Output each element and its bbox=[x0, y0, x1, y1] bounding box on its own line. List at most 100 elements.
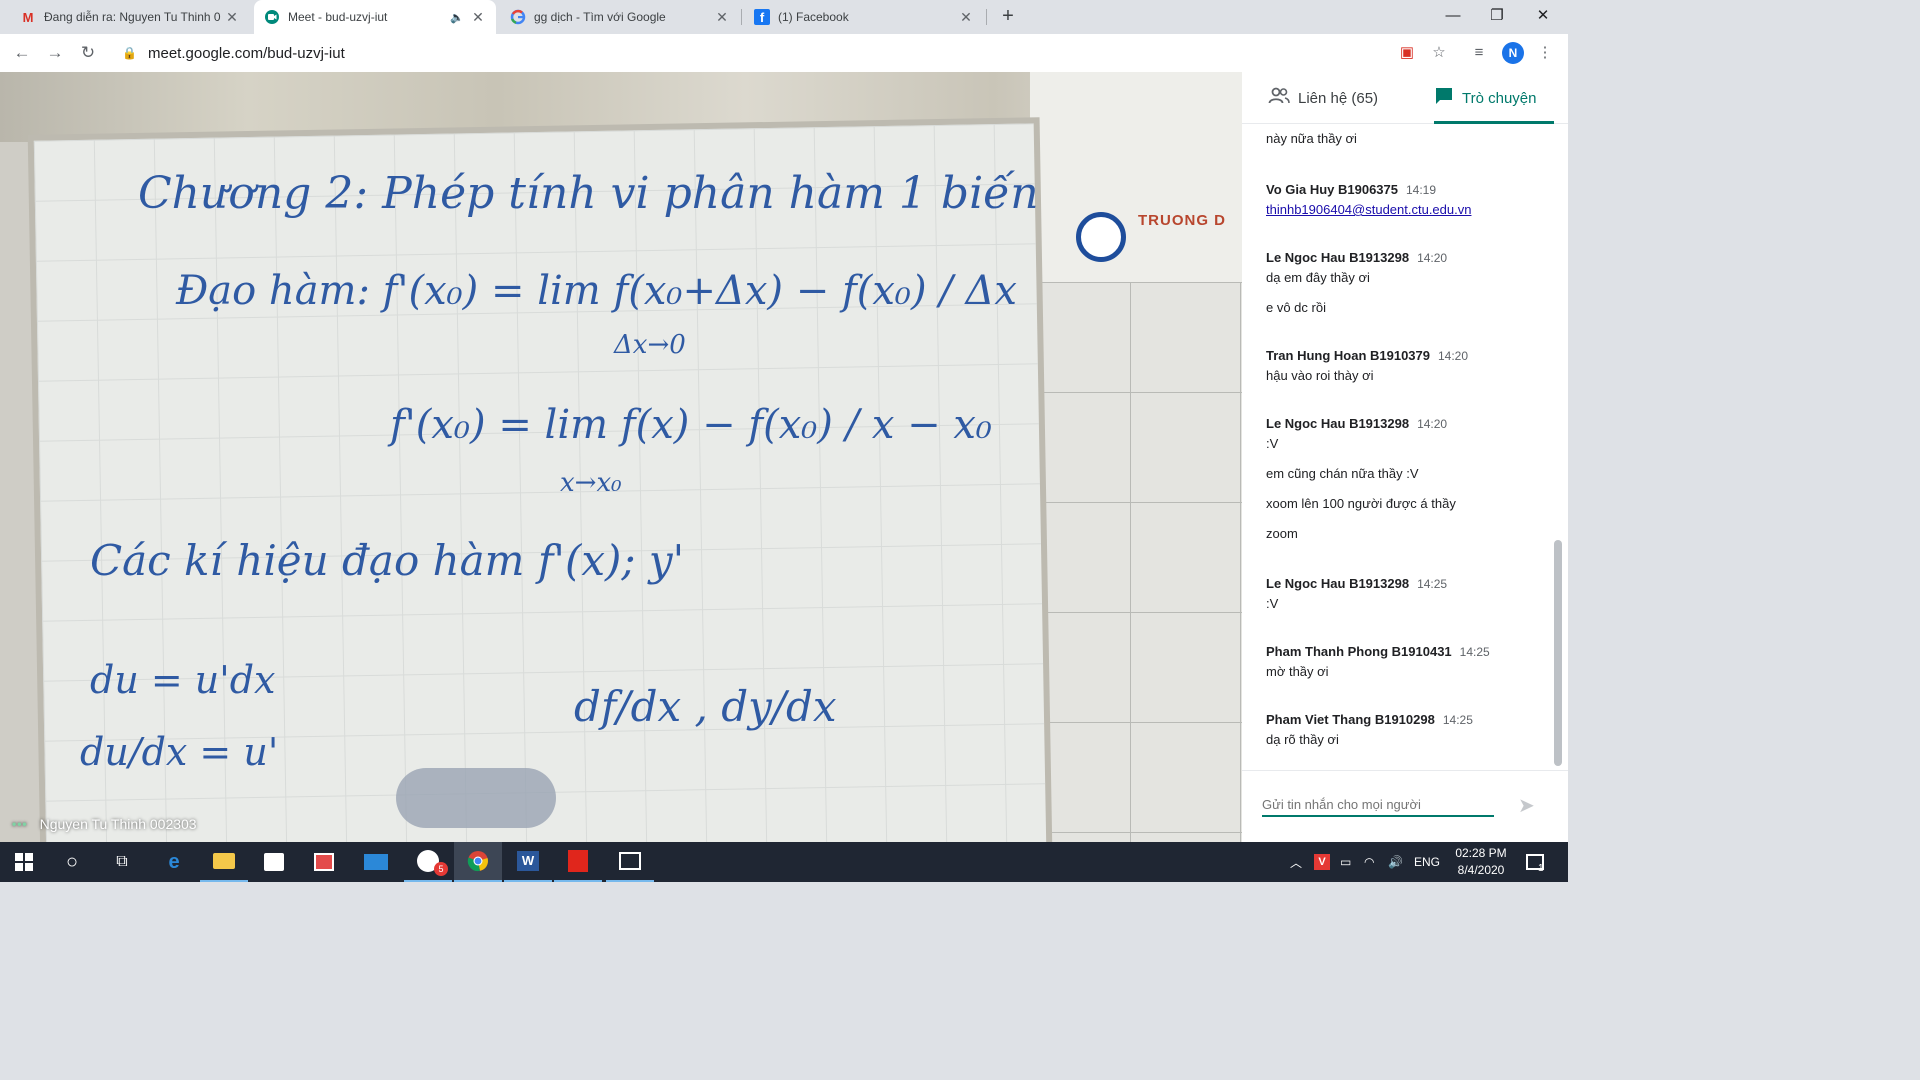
audio-indicator-icon: ••• bbox=[12, 817, 28, 831]
board-line: du/dx = u' bbox=[80, 730, 279, 774]
tab-google[interactable]: gg dịch - Tìm với Google ✕ bbox=[500, 0, 740, 34]
close-icon[interactable]: ✕ bbox=[714, 9, 730, 26]
photos-icon bbox=[619, 852, 641, 870]
presenter-name: Nguyen Tu Thinh 002303 bbox=[39, 816, 197, 832]
store-icon bbox=[264, 853, 284, 871]
message-text: em cũng chán nữa thầy :V bbox=[1266, 466, 1419, 481]
url-text: meet.google.com/bud-uzvj-iut bbox=[148, 44, 345, 62]
close-icon[interactable]: ✕ bbox=[470, 9, 486, 26]
snipping-icon bbox=[314, 853, 334, 871]
close-icon[interactable]: ✕ bbox=[958, 9, 974, 26]
menu-kebab-icon[interactable]: ⋮ bbox=[1534, 42, 1556, 64]
word-icon: W bbox=[517, 851, 539, 871]
chat-message-input[interactable] bbox=[1262, 793, 1494, 817]
forward-button[interactable]: → bbox=[43, 41, 67, 65]
board-line: df/dx , dy/dx bbox=[574, 682, 837, 731]
lock-icon[interactable]: 🔒 bbox=[122, 46, 138, 60]
file-explorer-app[interactable] bbox=[200, 842, 248, 882]
message-sender: Pham Thanh Phong B1910431 bbox=[1266, 644, 1452, 659]
address-bar[interactable]: 🔒 meet.google.com/bud-uzvj-iut bbox=[112, 38, 1460, 68]
board-line: x→x₀ bbox=[560, 468, 622, 498]
wifi-icon[interactable]: ◠ bbox=[1364, 842, 1374, 882]
bookmark-star-icon[interactable]: ☆ bbox=[1428, 42, 1450, 64]
chat-scrollbar[interactable] bbox=[1554, 540, 1562, 766]
zalo-app[interactable]: 5 bbox=[404, 842, 452, 882]
gmail-icon: M bbox=[22, 9, 34, 25]
acrobat-app[interactable] bbox=[554, 842, 602, 882]
board-line: Δx→0 bbox=[614, 330, 686, 360]
system-clock[interactable]: 02:28 PM 8/4/2020 bbox=[1448, 845, 1514, 879]
tab-facebook[interactable]: f (1) Facebook ✕ bbox=[744, 0, 984, 34]
chat-message: Le Ngoc Hau B1913298 14:20 :V em cũng chá… bbox=[1266, 416, 1546, 541]
vietkey-icon[interactable]: V bbox=[1314, 842, 1330, 882]
chat-message: Le Ngoc Hau B1913298 14:20 dạ em đây thầy… bbox=[1266, 250, 1546, 315]
tab-chat[interactable]: Trò chuyện bbox=[1434, 72, 1536, 124]
action-center-button[interactable]: 1 bbox=[1526, 842, 1544, 882]
send-icon[interactable]: ➤ bbox=[1518, 793, 1535, 818]
edge-app[interactable]: e bbox=[150, 842, 198, 882]
tab-people[interactable]: Liên hệ (65) bbox=[1268, 72, 1378, 124]
tab-title: (1) Facebook bbox=[778, 10, 849, 24]
message-sender: Le Ngoc Hau B1913298 bbox=[1266, 576, 1410, 591]
windows-taskbar: ○ ⧉ e 5 W ︿ V ▭ ◠ 🔊 ENG 02:28 PM 8/4/202… bbox=[0, 842, 1568, 882]
truncated-link[interactable]: thanhb1910431@student.ctu.edu.vn bạn bbox=[1266, 124, 1512, 125]
facebook-icon: f bbox=[754, 9, 770, 25]
photos-app[interactable] bbox=[606, 842, 654, 882]
restore-button[interactable]: ❐ bbox=[1474, 0, 1520, 32]
chat-message: Vo Gia Huy B1906375 14:19 thinhb1906404@s… bbox=[1266, 182, 1546, 217]
start-button[interactable] bbox=[0, 842, 48, 882]
chrome-app[interactable] bbox=[454, 842, 502, 882]
battery-icon[interactable]: ▭ bbox=[1340, 842, 1351, 882]
message-text: dạ rõ thầy ơi bbox=[1266, 732, 1339, 747]
volume-icon[interactable]: 🔊 bbox=[1388, 842, 1403, 882]
acrobat-icon bbox=[568, 850, 588, 872]
message-text: mờ thầy ơi bbox=[1266, 664, 1329, 679]
reload-button[interactable]: ↻ bbox=[76, 41, 100, 65]
google-icon bbox=[510, 9, 526, 25]
speaker-icon[interactable]: 🔈 bbox=[450, 11, 466, 24]
message-sender: Pham Viet Thang B1910298 bbox=[1266, 712, 1435, 727]
tab-strip: M Đang diễn ra: Nguyen Tu Thinh 0 ✕ Meet… bbox=[0, 0, 1568, 34]
tab-gmail[interactable]: M Đang diễn ra: Nguyen Tu Thinh 0 ✕ bbox=[10, 0, 250, 34]
chat-icon bbox=[1434, 86, 1454, 111]
chrome-icon bbox=[467, 851, 488, 872]
message-time: 14:25 bbox=[1442, 713, 1473, 727]
tab-meet[interactable]: Meet - bud-uzvj-iut 🔈 ✕ bbox=[254, 0, 496, 34]
chat-message: Pham Thanh Phong B1910431 14:25 mờ thầy ơ… bbox=[1266, 644, 1546, 679]
snipping-app[interactable] bbox=[300, 842, 348, 882]
close-window-button[interactable]: ✕ bbox=[1520, 0, 1566, 32]
new-tab-button[interactable]: + bbox=[996, 4, 1020, 28]
close-icon[interactable]: ✕ bbox=[224, 9, 240, 26]
profile-avatar[interactable]: N bbox=[1502, 42, 1524, 64]
message-time: 14:25 bbox=[1459, 645, 1490, 659]
message-link[interactable]: thinhb1906404@student.ctu.edu.vn bbox=[1266, 202, 1546, 217]
mail-app[interactable] bbox=[352, 842, 400, 882]
clock-date: 8/4/2020 bbox=[1457, 863, 1505, 877]
clock-time: 02:28 PM bbox=[1455, 846, 1507, 860]
store-app[interactable] bbox=[250, 842, 298, 882]
task-view-button[interactable]: ⧉ bbox=[98, 842, 146, 882]
message-time: 14:19 bbox=[1406, 183, 1437, 197]
message-text: e vô dc rồi bbox=[1266, 300, 1326, 315]
search-circle-icon: ○ bbox=[65, 850, 79, 873]
tray-chevron-icon[interactable]: ︿ bbox=[1290, 842, 1302, 882]
main-video[interactable]: TRUONG D Chương 2: Phép tính vi phân hàm… bbox=[0, 72, 1242, 842]
task-view-icon: ⧉ bbox=[116, 853, 128, 870]
board-line: f'(x₀) = lim f(x) − f(x₀) / x − x₀ bbox=[390, 402, 992, 448]
language-indicator[interactable]: ENG bbox=[1414, 842, 1440, 882]
media-control-icon[interactable]: ≡ bbox=[1468, 42, 1490, 64]
mail-icon bbox=[364, 854, 388, 870]
word-app[interactable]: W bbox=[504, 842, 552, 882]
poster-text: TRUONG D bbox=[1138, 212, 1226, 229]
minimize-button[interactable]: — bbox=[1430, 0, 1476, 32]
chat-message: Le Ngoc Hau B1913298 14:25 :V bbox=[1266, 576, 1546, 611]
search-button[interactable]: ○ bbox=[48, 842, 96, 882]
message-text: :V bbox=[1266, 596, 1279, 611]
tab-separator bbox=[741, 9, 742, 25]
back-button[interactable]: ← bbox=[10, 41, 34, 65]
board-line: Chương 2: Phép tính vi phân hàm 1 biến bbox=[138, 168, 1039, 219]
chat-messages[interactable]: thanhb1910431@student.ctu.edu.vn bạn này… bbox=[1242, 124, 1556, 770]
message-sender: Le Ngoc Hau B1913298 bbox=[1266, 250, 1410, 265]
camera-blocked-icon[interactable]: ▣ bbox=[1396, 42, 1418, 64]
windows-logo-icon bbox=[15, 853, 33, 871]
